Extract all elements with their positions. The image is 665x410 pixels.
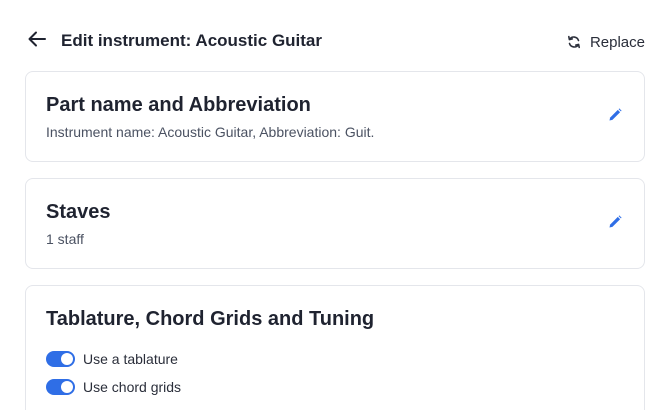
arrow-left-icon bbox=[28, 31, 46, 52]
tablature-card: Tablature, Chord Grids and Tuning Use a … bbox=[25, 285, 645, 410]
back-button[interactable] bbox=[26, 30, 48, 52]
replace-label: Replace bbox=[589, 33, 645, 51]
tablature-toggle-row: Use a tablature bbox=[46, 350, 178, 368]
refresh-icon bbox=[566, 34, 582, 50]
part-name-title: Part name and Abbreviation bbox=[46, 94, 311, 116]
part-name-card: Part name and Abbreviation Instrument na… bbox=[25, 71, 645, 162]
edit-part-name-button[interactable] bbox=[606, 107, 624, 127]
pencil-icon bbox=[608, 214, 622, 234]
edit-staves-button[interactable] bbox=[606, 214, 624, 234]
chord-grids-toggle-row: Use chord grids bbox=[46, 378, 181, 396]
chord-grids-toggle[interactable] bbox=[46, 379, 75, 395]
replace-button[interactable]: Replace bbox=[566, 31, 645, 53]
toggle-knob bbox=[61, 381, 73, 393]
pencil-icon bbox=[608, 107, 622, 127]
tablature-toggle-label: Use a tablature bbox=[83, 351, 178, 367]
staves-summary: 1 staff bbox=[46, 231, 84, 247]
page-title: Edit instrument: Acoustic Guitar bbox=[61, 31, 323, 50]
staves-card: Staves 1 staff bbox=[25, 178, 645, 269]
toggle-knob bbox=[61, 353, 73, 365]
staves-title: Staves bbox=[46, 201, 111, 223]
page-header: Edit instrument: Acoustic Guitar Replace bbox=[0, 0, 665, 72]
tablature-toggle[interactable] bbox=[46, 351, 75, 367]
edit-instrument-page: Edit instrument: Acoustic Guitar Replace… bbox=[0, 0, 665, 410]
chord-grids-toggle-label: Use chord grids bbox=[83, 379, 182, 395]
part-name-summary: Instrument name: Acoustic Guitar, Abbrev… bbox=[46, 124, 375, 140]
tablature-title: Tablature, Chord Grids and Tuning bbox=[46, 308, 375, 330]
